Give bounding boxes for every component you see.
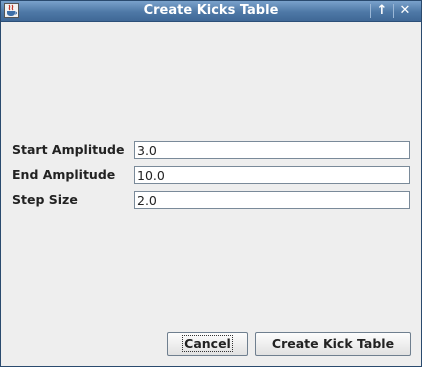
step-size-field[interactable] (134, 191, 410, 209)
create-kick-table-button-label: Create Kick Table (271, 336, 395, 351)
title-bar[interactable]: Create Kicks Table ↑ ✕ (1, 1, 421, 22)
close-icon[interactable]: ✕ (395, 2, 415, 20)
maximize-icon[interactable]: ↑ (372, 2, 392, 20)
cancel-button[interactable]: Cancel (167, 332, 248, 356)
cancel-button-label: Cancel (182, 335, 233, 352)
dialog-window: Create Kicks Table ↑ ✕ Start Amplitude E… (0, 0, 422, 367)
titlebar-separator (393, 4, 394, 18)
step-size-label: Step Size (12, 192, 78, 207)
titlebar-separator (370, 4, 371, 18)
end-amplitude-field[interactable] (134, 166, 410, 184)
end-amplitude-label: End Amplitude (12, 167, 116, 182)
start-amplitude-field[interactable] (134, 141, 410, 159)
start-amplitude-label: Start Amplitude (12, 142, 125, 157)
create-kick-table-button[interactable]: Create Kick Table (255, 332, 411, 356)
window-title: Create Kicks Table (143, 3, 279, 18)
